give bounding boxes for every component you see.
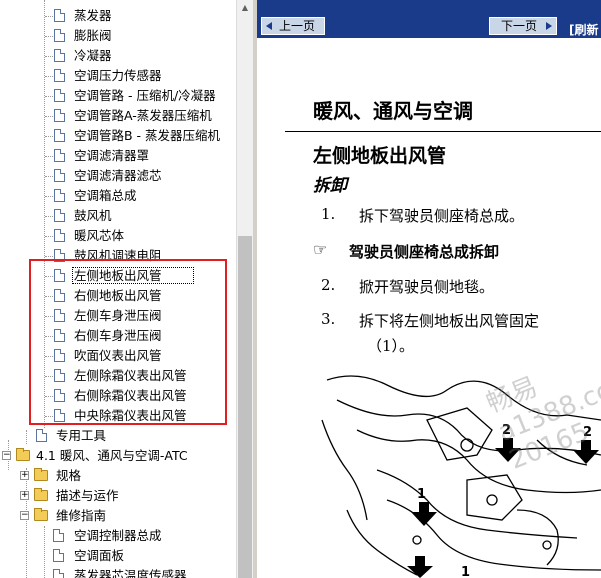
step-number: 2. [321,276,336,294]
doc-icon [54,29,65,42]
prev-page-button[interactable]: 上一页 [261,17,325,35]
tree-item-label: 冷凝器 [74,48,112,63]
left-arrow-icon [266,22,272,30]
step-text: 拆下将左侧地板出风管固定 [359,312,540,330]
doc-icon [54,69,65,82]
tree-scrollbar[interactable]: ▲ [236,0,253,578]
step-text: 掀开驾驶员侧地毯。 [359,278,495,296]
tree-connector [45,36,53,37]
tree-connector [45,176,53,177]
step-text: 拆下驾驶员侧座椅总成。 [359,207,525,225]
step-number: 1. [321,205,336,223]
subtitle: 拆卸 [313,176,347,196]
tree-item-label: 空调控制器总成 [74,528,162,543]
doc-icon [54,209,65,222]
right-arrow-icon [546,22,552,30]
tree-item-label: 鼓风机 [74,208,112,223]
tree-item-label: 膨胀阀 [74,28,112,43]
callout-label: 1 [461,565,470,578]
collapse-icon[interactable]: − [2,451,11,460]
tree-item-label: 空调管路A-蒸发器压缩机 [74,108,212,123]
tree-guide-line [26,468,27,578]
callout-label: 1 [417,487,426,502]
doc-icon [54,149,65,162]
tree-connector [45,96,53,97]
tree-connector [45,216,53,217]
navigation-tree: 蒸发器膨胀阀冷凝器空调压力传感器空调管路 - 压缩机/冷凝器 空调管路A-蒸发器压… [0,0,236,578]
tree-item-label: 空调管路B - 蒸发器压缩机 [74,128,221,143]
tree-item-label: 空调滤清器罩 [74,148,150,163]
doc-icon [54,109,65,122]
collapse-icon[interactable]: − [20,511,29,520]
reference-link[interactable]: 驾驶员侧座椅总成拆卸 [349,241,499,262]
doc-icon [53,529,64,542]
tree-item-label: 规格 [56,468,82,483]
tree-item-label: 蒸发器芯温度传感器 [74,568,187,578]
document-pane: 上一页 下一页 [刷新 暖风、通风与空调 左侧地板出风管 拆卸 1. 拆下驾驶员… [257,0,601,578]
tree-item-label: 蒸发器 [74,8,112,23]
doc-icon [53,549,64,562]
expand-icon[interactable]: + [20,491,29,500]
tree-item-label: 描述与运作 [56,488,119,503]
expand-icon[interactable]: + [20,471,29,480]
section-title: 暖风、通风与空调 [313,99,473,123]
tree-item-label: 专用工具 [56,428,107,443]
prev-page-label: 上一页 [278,19,315,33]
doc-icon [53,569,64,578]
tree-item-label: 空调箱总成 [74,188,137,203]
tree-connector [45,16,53,17]
tree-connector [45,116,53,117]
folder-icon [34,488,48,501]
folder-icon [34,468,48,481]
tree-connector [45,156,53,157]
scrollbar-thumb[interactable] [238,236,252,578]
tree-item-label: 空调管路 - 压缩机/冷凝器 [74,88,216,103]
title-rule [285,131,601,132]
tree-connector [45,56,53,57]
document-toolbar: 上一页 下一页 [刷新 [257,0,601,38]
doc-icon [54,169,65,182]
red-highlight-box [29,259,227,425]
page-title: 左侧地板出风管 [313,145,447,167]
refresh-link[interactable]: [刷新 [569,21,599,38]
doc-icon [54,189,65,202]
doc-icon [36,429,47,442]
tree-item-label: 空调压力传感器 [74,68,162,83]
next-page-label: 下一页 [500,19,537,33]
pointing-hand-icon: ☞ [313,240,328,259]
tree-item-label: 空调滤清器滤芯 [74,168,162,183]
step-text-continued: （1）。 [367,337,415,355]
scroll-up-arrow-icon[interactable]: ▲ [237,0,253,16]
tree-item-label: 维修指南 [56,508,107,523]
tree-connector [45,236,53,237]
doc-icon [54,9,65,22]
tree-guide-line [26,430,27,444]
step-number: 3. [321,310,336,328]
folder-open-icon [16,448,30,461]
tree-item-label: 空调面板 [74,548,125,563]
tree-connector [45,136,53,137]
tree-connector [45,76,53,77]
tree-connector [45,256,53,257]
next-page-button[interactable]: 下一页 [489,17,557,35]
tree-item-label: 暖风芯体 [74,228,125,243]
doc-icon [54,129,65,142]
folder-open-icon [34,508,48,521]
tree-item-label: 4.1 暖风、通风与空调-ATC [36,448,188,463]
doc-icon [54,89,65,102]
doc-icon [54,49,65,62]
tree-guide-line [44,526,45,578]
doc-icon [54,229,65,242]
tree-connector [45,196,53,197]
